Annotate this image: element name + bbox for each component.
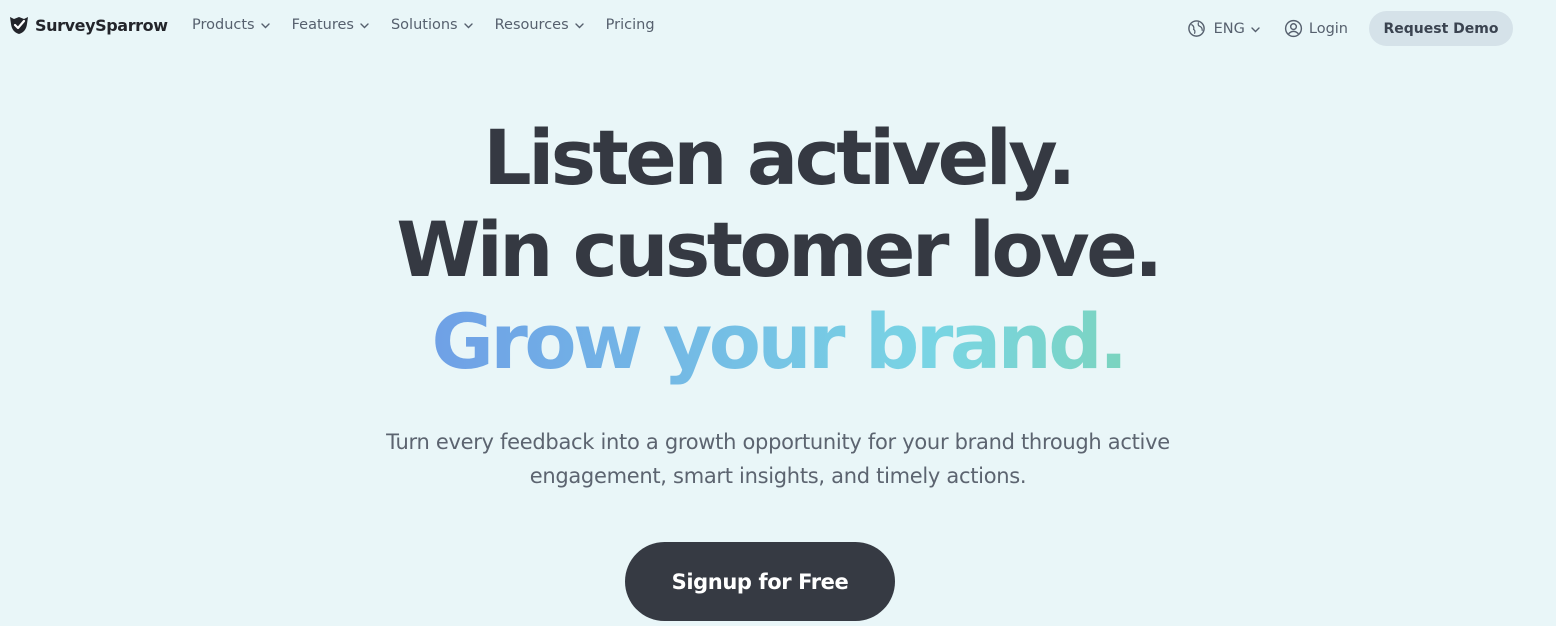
nav-item-pricing[interactable]: Pricing xyxy=(606,17,655,33)
nav-item-label: Resources xyxy=(494,17,569,33)
globe-icon xyxy=(1187,20,1205,37)
brand-name: SurveySparrow xyxy=(35,15,168,35)
nav-item-solutions[interactable]: Solutions xyxy=(391,17,473,33)
hero-section: Listen actively. Win customer love. Grow… xyxy=(0,112,1556,493)
headline-line-3-gradient: Grow your brand. xyxy=(0,296,1556,388)
language-label: ENG xyxy=(1213,20,1245,37)
login-label: Login xyxy=(1308,20,1348,37)
nav-item-label: Pricing xyxy=(605,17,655,33)
nav-item-products[interactable]: Products xyxy=(192,17,270,33)
brand-logo[interactable]: SurveySparrow xyxy=(8,14,168,36)
main-menu: Products Features Solutions Resources Pr… xyxy=(192,17,677,33)
headline-line-1: Listen actively. xyxy=(483,113,1076,202)
nav-actions: ENG Login Request Demo xyxy=(1187,11,1513,46)
chevron-down-icon xyxy=(1251,26,1260,32)
headline-line-2: Win customer love. xyxy=(396,205,1163,294)
chevron-down-icon xyxy=(463,23,473,29)
chevron-down-icon xyxy=(574,23,584,29)
signup-free-button[interactable]: Signup for Free xyxy=(625,542,895,621)
nav-item-resources[interactable]: Resources xyxy=(495,17,584,33)
page: SurveySparrow Products Features Solution… xyxy=(0,0,1556,626)
nav-item-label: Solutions xyxy=(390,17,458,33)
nav-item-features[interactable]: Features xyxy=(292,17,369,33)
language-selector[interactable]: ENG xyxy=(1187,19,1260,38)
top-navigation: SurveySparrow Products Features Solution… xyxy=(0,0,1556,56)
nav-item-label: Products xyxy=(192,17,255,33)
login-link[interactable]: Login xyxy=(1284,19,1348,38)
nav-item-label: Features xyxy=(291,17,354,33)
user-circle-icon xyxy=(1284,19,1302,38)
sparrow-logo-icon xyxy=(10,17,28,34)
headline-line-3-wrapper: Grow your brand. xyxy=(0,296,1556,388)
chevron-down-icon xyxy=(360,23,369,29)
chevron-down-icon xyxy=(260,23,270,29)
request-demo-button[interactable]: Request Demo xyxy=(1369,11,1513,46)
hero-subtitle: Turn every feedback into a growth opport… xyxy=(386,430,1170,488)
hero-headline: Listen actively. Win customer love. Grow… xyxy=(0,112,1556,388)
